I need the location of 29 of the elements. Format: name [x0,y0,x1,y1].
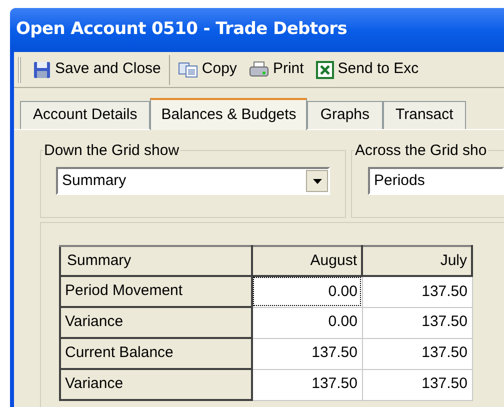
table-cell[interactable]: 137.50 [252,338,362,369]
tab[interactable]: Account Details [20,101,150,129]
window-title: Open Account 0510 - Trade Debtors [16,18,348,42]
toolbar-button[interactable]: Send to Exc [310,56,425,84]
table-cell[interactable]: 137.50 [362,369,472,400]
toolbar-button[interactable]: Print [242,56,310,84]
dropdown-field[interactable]: Periods [368,167,504,195]
column-header[interactable]: August [252,246,362,276]
tab[interactable]: Graphs [307,101,383,129]
row-header[interactable]: Current Balance [60,338,252,369]
table-cell[interactable]: 0.00 [252,276,362,307]
toolbar-button[interactable]: Copy [172,56,243,84]
table-cell[interactable]: 137.50 [362,276,472,307]
spreadsheet-icon [316,60,334,78]
table-cell[interactable]: 137.50 [362,338,472,369]
table-cell[interactable]: 0.00 [252,307,362,338]
column-header[interactable]: July [362,246,472,276]
table-cell[interactable]: 137.50 [362,307,472,338]
table-cell[interactable]: 137.50 [252,369,362,400]
copy-icon [178,62,198,78]
tab[interactable]: Transact [382,101,466,129]
printer-icon [248,60,269,78]
tab[interactable]: Balances & Budgets [150,98,308,130]
row-header[interactable]: Period Movement [60,276,252,307]
row-header[interactable]: Variance [60,307,252,338]
row-header[interactable]: Variance [60,369,252,400]
dropdown-field[interactable]: Summary [56,167,330,195]
column-header[interactable]: Summary [60,246,252,276]
toolbar-button[interactable]: Save and Close [27,56,167,84]
